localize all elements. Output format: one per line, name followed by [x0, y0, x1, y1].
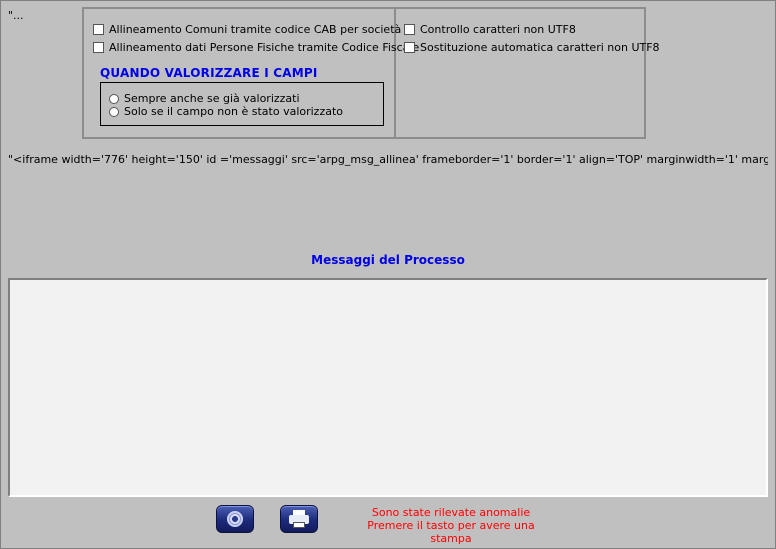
option-utf8-replace[interactable]: Sostituzione automatica caratteri non UT…	[404, 41, 660, 54]
status-line-2: Premere il tasto per avere una stampa	[367, 519, 535, 545]
print-button[interactable]	[280, 505, 318, 533]
messages-title: Messaggi del Processo	[311, 253, 465, 267]
utf8-check-checkbox[interactable]	[404, 24, 415, 35]
status-message: Sono state rilevate anomalie Premere il …	[346, 506, 556, 545]
radio-only-empty[interactable]: Solo se il campo non è stato valorizzato	[109, 105, 343, 118]
cab-alignment-label: Allineamento Comuni tramite codice CAB p…	[109, 23, 402, 36]
utf8-replace-checkbox[interactable]	[404, 42, 415, 53]
top-text: "...	[8, 9, 24, 22]
process-button[interactable]	[216, 505, 254, 533]
option-cab-alignment[interactable]: Allineamento Comuni tramite codice CAB p…	[93, 23, 401, 36]
status-line-1: Sono state rilevate anomalie	[371, 506, 531, 519]
radio-always[interactable]: Sempre anche se già valorizzati	[109, 92, 300, 105]
iframe-source-text: "<iframe width='776' height='150' id ='m…	[8, 153, 768, 166]
radio-group: Sempre anche se già valorizzati Solo se …	[100, 82, 384, 126]
gear-icon	[227, 511, 243, 527]
printer-icon	[288, 510, 310, 528]
utf8-replace-label: Sostituzione automatica caratteri non UT…	[420, 41, 660, 54]
fiscal-code-alignment-checkbox[interactable]	[93, 42, 104, 53]
radio-always-button[interactable]	[109, 93, 119, 104]
utf8-check-label: Controllo caratteri non UTF8	[420, 23, 576, 36]
radio-only-empty-button[interactable]	[109, 106, 119, 117]
option-utf8-check[interactable]: Controllo caratteri non UTF8	[404, 23, 576, 36]
options-panel: Allineamento Comuni tramite codice CAB p…	[82, 7, 660, 139]
messages-area[interactable]	[8, 278, 768, 497]
radio-always-label: Sempre anche se già valorizzati	[124, 92, 300, 105]
radio-only-empty-label: Solo se il campo non è stato valorizzato	[124, 105, 344, 118]
fiscal-code-alignment-label: Allineamento dati Persone Fisiche tramit…	[109, 41, 420, 54]
cab-alignment-checkbox[interactable]	[93, 24, 104, 35]
section-title: QUANDO VALORIZZARE I CAMPI	[100, 66, 318, 80]
option-fiscal-code-alignment[interactable]: Allineamento dati Persone Fisiche tramit…	[93, 41, 419, 54]
